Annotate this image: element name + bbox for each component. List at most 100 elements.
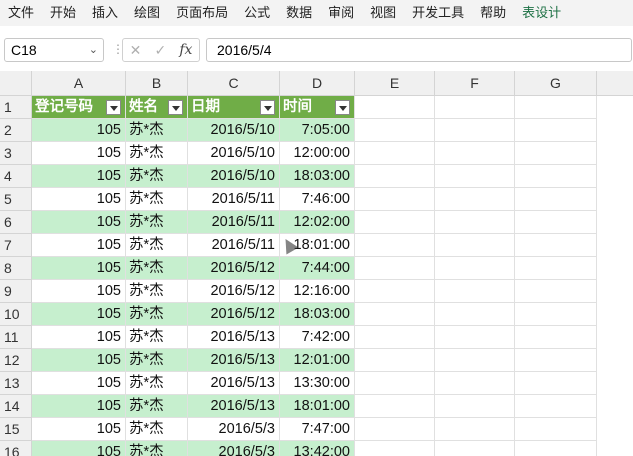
menu-item-0[interactable]: 文件 [0,0,42,26]
cell-B12[interactable]: 苏*杰 [126,349,188,372]
cell-G3[interactable] [515,142,597,165]
row-header[interactable]: 4 [0,165,32,188]
cell-E15[interactable] [355,418,435,441]
cell-A16[interactable]: 105 [32,441,126,456]
table-header-cell[interactable]: 日期 [188,96,280,119]
cell-F9[interactable] [435,280,515,303]
cell-E2[interactable] [355,119,435,142]
cell-C6[interactable]: 2016/5/11 [188,211,280,234]
cell-D6[interactable]: 12:02:00 [280,211,355,234]
cell-C4[interactable]: 2016/5/10 [188,165,280,188]
menu-item-5[interactable]: 公式 [236,0,278,26]
row-header[interactable]: 12 [0,349,32,372]
filter-dropdown-icon[interactable] [168,100,183,115]
name-box[interactable]: C18 ⌄ [4,38,104,62]
cell-A9[interactable]: 105 [32,280,126,303]
cell-A2[interactable]: 105 [32,119,126,142]
cell-G7[interactable] [515,234,597,257]
cell-D4[interactable]: 18:03:00 [280,165,355,188]
menu-item-9[interactable]: 开发工具 [404,0,472,26]
row-header[interactable]: 1 [0,96,32,119]
cell-F6[interactable] [435,211,515,234]
cell-E10[interactable] [355,303,435,326]
cell-G11[interactable] [515,326,597,349]
cell-A15[interactable]: 105 [32,418,126,441]
cell-A12[interactable]: 105 [32,349,126,372]
cell-C3[interactable]: 2016/5/10 [188,142,280,165]
cell-B11[interactable]: 苏*杰 [126,326,188,349]
row-header[interactable]: 5 [0,188,32,211]
column-header-D[interactable]: D [280,71,355,95]
column-header-G[interactable]: G [515,71,597,95]
row-header[interactable]: 15 [0,418,32,441]
cell-E1[interactable] [355,96,435,119]
cell-A6[interactable]: 105 [32,211,126,234]
cell-F1[interactable] [435,96,515,119]
cell-C2[interactable]: 2016/5/10 [188,119,280,142]
cell-F15[interactable] [435,418,515,441]
menu-item-6[interactable]: 数据 [278,0,320,26]
cell-F4[interactable] [435,165,515,188]
cell-B6[interactable]: 苏*杰 [126,211,188,234]
cell-D8[interactable]: 7:44:00 [280,257,355,280]
row-header[interactable]: 14 [0,395,32,418]
cell-F5[interactable] [435,188,515,211]
cell-A7[interactable]: 105 [32,234,126,257]
table-header-cell[interactable]: 姓名 [126,96,188,119]
cell-A10[interactable]: 105 [32,303,126,326]
cell-G2[interactable] [515,119,597,142]
cell-F13[interactable] [435,372,515,395]
cell-G4[interactable] [515,165,597,188]
cell-B10[interactable]: 苏*杰 [126,303,188,326]
cell-C12[interactable]: 2016/5/13 [188,349,280,372]
cell-G15[interactable] [515,418,597,441]
cell-B14[interactable]: 苏*杰 [126,395,188,418]
cell-A5[interactable]: 105 [32,188,126,211]
cell-B16[interactable]: 苏*杰 [126,441,188,456]
cell-G10[interactable] [515,303,597,326]
cell-A11[interactable]: 105 [32,326,126,349]
row-header[interactable]: 16 [0,441,32,456]
cell-C7[interactable]: 2016/5/11 [188,234,280,257]
cell-D11[interactable]: 7:42:00 [280,326,355,349]
cell-D16[interactable]: 13:42:00 [280,441,355,456]
cell-B15[interactable]: 苏*杰 [126,418,188,441]
cell-E13[interactable] [355,372,435,395]
cell-G14[interactable] [515,395,597,418]
cell-F7[interactable] [435,234,515,257]
cell-B13[interactable]: 苏*杰 [126,372,188,395]
cell-D3[interactable]: 12:00:00 [280,142,355,165]
cell-B7[interactable]: 苏*杰 [126,234,188,257]
cell-C15[interactable]: 2016/5/3 [188,418,280,441]
cell-G12[interactable] [515,349,597,372]
menu-item-10[interactable]: 帮助 [472,0,514,26]
row-header[interactable]: 6 [0,211,32,234]
column-header-A[interactable]: A [32,71,126,95]
column-header-C[interactable]: C [188,71,280,95]
cell-C5[interactable]: 2016/5/11 [188,188,280,211]
cell-A13[interactable]: 105 [32,372,126,395]
formula-input[interactable]: 2016/5/4 [206,38,632,62]
table-header-cell[interactable]: 时间 [280,96,355,119]
cell-E9[interactable] [355,280,435,303]
cell-G1[interactable] [515,96,597,119]
cell-F12[interactable] [435,349,515,372]
cell-C13[interactable]: 2016/5/13 [188,372,280,395]
cell-A14[interactable]: 105 [32,395,126,418]
cancel-icon[interactable]: ✕ [130,42,142,59]
cell-B4[interactable]: 苏*杰 [126,165,188,188]
menu-item-4[interactable]: 页面布局 [168,0,236,26]
cell-E5[interactable] [355,188,435,211]
row-header[interactable]: 2 [0,119,32,142]
row-header[interactable]: 10 [0,303,32,326]
menu-item-7[interactable]: 审阅 [320,0,362,26]
menu-item-3[interactable]: 绘图 [126,0,168,26]
cell-F10[interactable] [435,303,515,326]
cell-B9[interactable]: 苏*杰 [126,280,188,303]
select-all-corner[interactable] [0,71,32,95]
cell-F2[interactable] [435,119,515,142]
row-header[interactable]: 7 [0,234,32,257]
cell-D12[interactable]: 12:01:00 [280,349,355,372]
cell-E12[interactable] [355,349,435,372]
cell-D13[interactable]: 13:30:00 [280,372,355,395]
